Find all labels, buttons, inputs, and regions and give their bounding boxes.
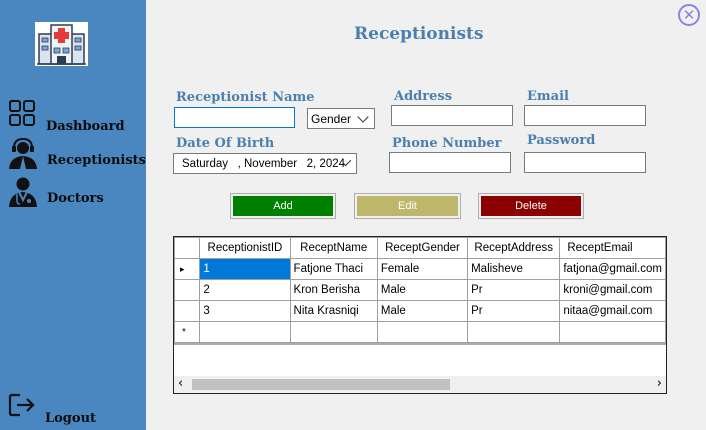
new-row[interactable]: * [174, 321, 666, 343]
column-header[interactable]: ReceptName [289, 237, 378, 259]
column-header[interactable]: ReceptEmail [559, 237, 666, 259]
receptionist-icon [8, 137, 38, 174]
date-of-birth-label: Date Of Birth [176, 136, 275, 151]
table-cell[interactable] [289, 321, 378, 343]
dashboard-grid-icon [8, 100, 37, 132]
table-cell[interactable]: Male [376, 300, 469, 322]
scrollbar-thumb[interactable] [192, 379, 450, 390]
delete-button-label: Delete [481, 196, 581, 216]
table-cell[interactable]: Fatjone Thaci [289, 258, 378, 280]
current-row-indicator: ▸ [174, 258, 201, 280]
gender-select-value: Gender [311, 111, 352, 126]
date-of-birth-value: Saturday , November 2, 2024 [182, 157, 346, 170]
table-cell[interactable] [199, 321, 291, 343]
doctor-icon [8, 176, 38, 212]
row-header [174, 279, 201, 301]
receptionist-name-label: Receptionist Name [176, 90, 315, 105]
table-cell[interactable]: Pr [467, 279, 561, 301]
phone-number-label: Phone Number [392, 136, 502, 151]
column-header[interactable]: ReceptionistID [199, 237, 291, 259]
date-of-birth-picker[interactable]: Saturday , November 2, 2024 [173, 153, 357, 174]
sidebar-item-label: Doctors [47, 191, 104, 206]
table-cell[interactable] [376, 321, 469, 343]
sidebar-item-label: Dashboard [46, 119, 125, 134]
edit-button-label: Edit [357, 196, 458, 216]
table-cell[interactable]: kroni@gmail.com [559, 279, 666, 301]
sidebar-item-doctors[interactable]: Doctors [8, 176, 104, 212]
table-cell[interactable]: Nita Krasniqi [289, 300, 378, 322]
address-input[interactable] [391, 105, 513, 126]
grid-empty-area [174, 345, 666, 376]
row-header [174, 300, 201, 322]
edit-button[interactable]: Edit [354, 193, 461, 219]
logout-icon [8, 392, 36, 422]
table-cell[interactable]: Male [376, 279, 469, 301]
phone-number-input[interactable] [389, 152, 511, 173]
sidebar-item-dashboard[interactable]: Dashboard [8, 100, 125, 134]
hospital-logo-icon [35, 22, 88, 66]
table-cell[interactable]: Malisheve [467, 258, 561, 280]
scroll-right-icon[interactable]: › [657, 376, 662, 392]
table-cell[interactable]: fatjona@gmail.com [559, 258, 666, 280]
table-cell[interactable]: 3 [199, 300, 291, 322]
sidebar-item-receptionists[interactable]: Receptionists [8, 137, 146, 174]
table-row[interactable]: ▸ 1 Fatjone Thaci Female Malisheve fatjo… [174, 258, 666, 280]
receptionist-name-input[interactable] [174, 107, 295, 128]
horizontal-scrollbar[interactable]: ‹ › [174, 376, 666, 393]
sidebar: Dashboard Receptionists Doctors Logout [0, 0, 146, 430]
password-input[interactable] [524, 152, 646, 173]
delete-button[interactable]: Delete [478, 193, 584, 219]
table-row[interactable]: 2 Kron Berisha Male Pr kroni@gmail.com [174, 279, 666, 301]
table-cell[interactable]: 2 [199, 279, 291, 301]
column-header[interactable]: ReceptGender [376, 237, 469, 259]
add-button-label: Add [233, 196, 333, 216]
address-label: Address [394, 89, 453, 104]
table-row[interactable]: 3 Nita Krasniqi Male Pr nitaa@gmail.com [174, 300, 666, 322]
close-button[interactable]: ✕ [678, 4, 700, 26]
column-header[interactable]: ReceptAddress [467, 237, 561, 259]
receptionists-grid[interactable]: ReceptionistID ReceptName ReceptGender R… [173, 236, 667, 394]
chevron-down-icon [357, 110, 369, 123]
table-cell[interactable]: Pr [467, 300, 561, 322]
password-label: Password [527, 133, 596, 148]
table-cell[interactable]: 1 [199, 258, 291, 280]
logout-label: Logout [45, 411, 97, 426]
table-cell[interactable]: Female [376, 258, 469, 280]
page-title: Receptionists [354, 24, 484, 44]
table-cell[interactable] [559, 321, 666, 343]
row-header-corner [174, 237, 201, 259]
add-button[interactable]: Add [230, 193, 336, 219]
table-cell[interactable]: nitaa@gmail.com [559, 300, 666, 322]
email-input[interactable] [524, 105, 646, 126]
gender-select[interactable]: Gender [307, 108, 375, 129]
close-icon: ✕ [682, 5, 696, 24]
table-cell[interactable] [467, 321, 561, 343]
new-row-marker: * [174, 321, 201, 343]
sidebar-item-label: Receptionists [47, 153, 146, 168]
email-label: Email [527, 89, 569, 104]
grid-header-row: ReceptionistID ReceptName ReceptGender R… [174, 237, 666, 259]
scroll-left-icon[interactable]: ‹ [178, 376, 183, 392]
table-cell[interactable]: Kron Berisha [289, 279, 378, 301]
grid-table: ReceptionistID ReceptName ReceptGender R… [174, 237, 666, 343]
logout-button[interactable]: Logout [8, 392, 96, 426]
